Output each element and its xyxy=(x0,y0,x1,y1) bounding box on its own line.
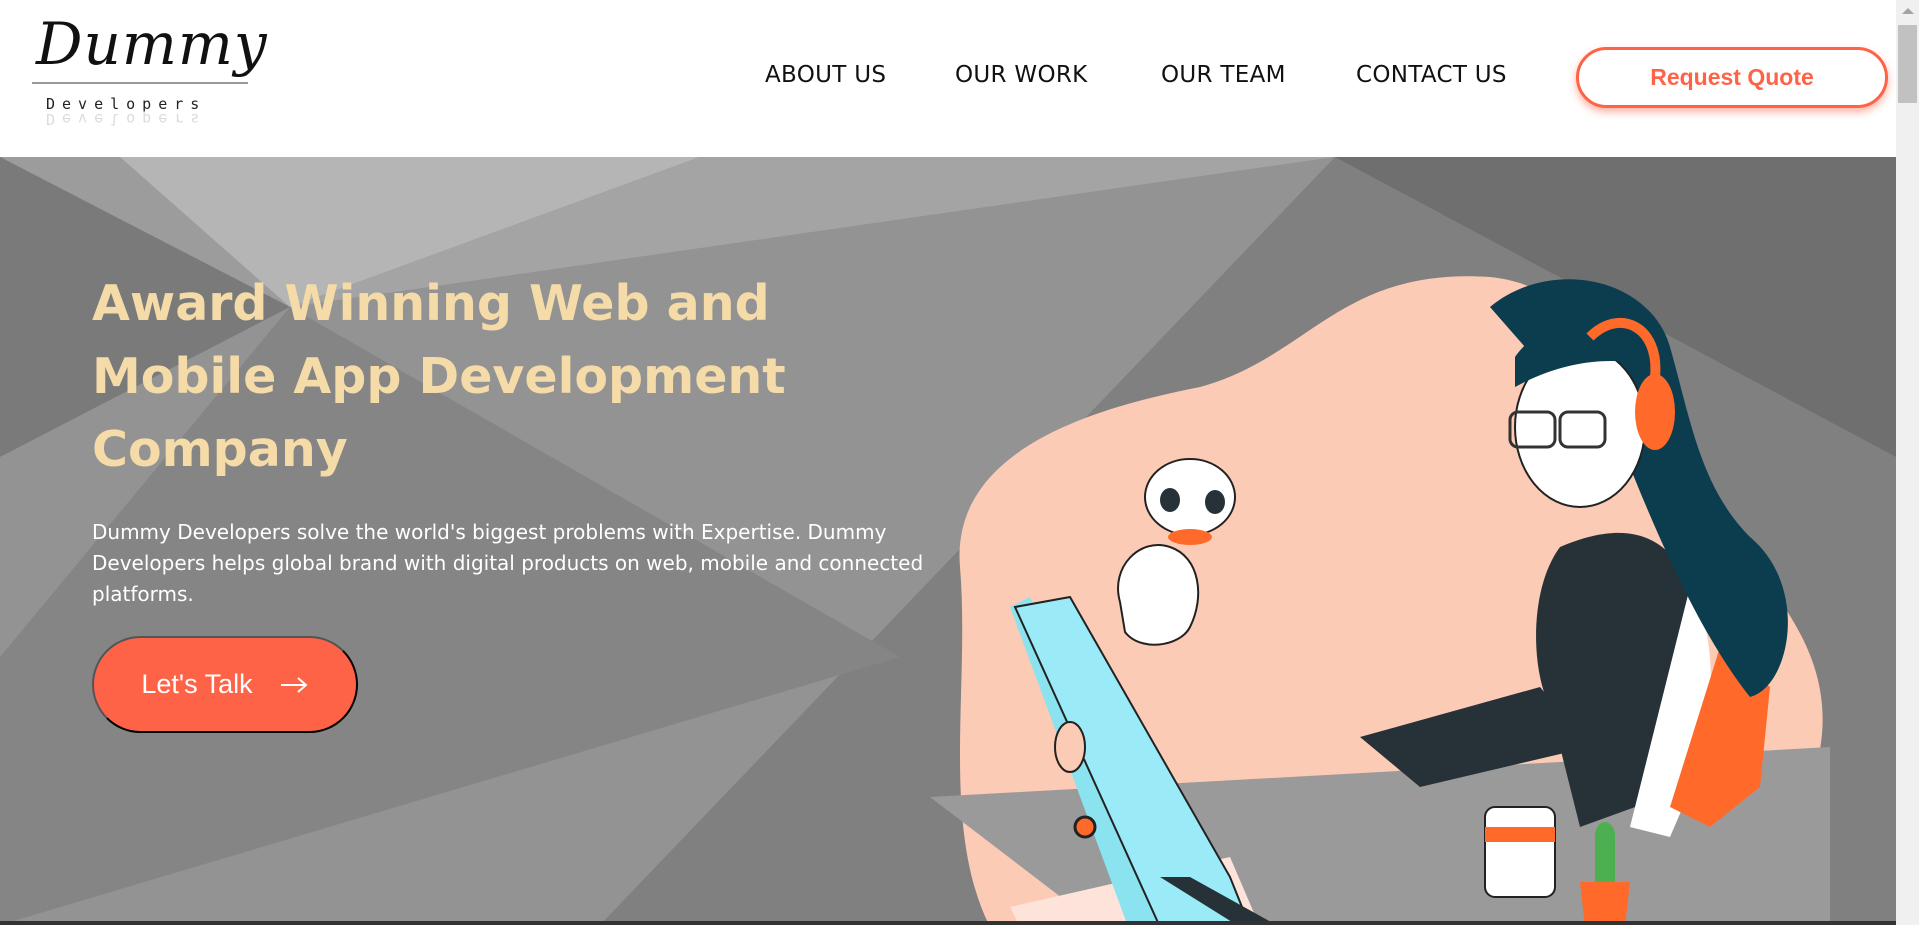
site-header: Dummy Developers Developers ABOUT US OUR… xyxy=(0,0,1896,157)
logo-script: Dummy xyxy=(36,10,268,78)
logo-reflection: Developers xyxy=(46,110,207,128)
hero-title: Award Winning Web and Mobile App Develop… xyxy=(92,275,786,478)
nav-contact-us[interactable]: CONTACT US xyxy=(1356,62,1507,88)
hero-section: Award Winning Web and Mobile App Develop… xyxy=(0,157,1896,925)
logo-rule xyxy=(32,82,248,84)
lets-talk-label: Let's Talk xyxy=(141,669,253,699)
arrow-right-icon xyxy=(280,676,308,693)
nav-our-team[interactable]: OUR TEAM xyxy=(1161,62,1286,88)
nav-about-us[interactable]: ABOUT US xyxy=(765,62,886,88)
hero-description: Dummy Developers solve the world's bigge… xyxy=(92,520,924,606)
request-quote-button[interactable]: Request Quote xyxy=(1576,47,1888,108)
scrollbar-thumb[interactable] xyxy=(1898,25,1917,103)
logo[interactable]: Dummy Developers Developers xyxy=(30,10,267,130)
scrollbar[interactable] xyxy=(1896,0,1919,925)
lets-talk-button[interactable]: Let's Talk xyxy=(92,636,358,733)
nav-our-work[interactable]: OUR WORK xyxy=(955,62,1088,88)
developer-illustration xyxy=(930,276,1830,925)
bottom-edge xyxy=(0,921,1896,925)
scroll-up-arrow-icon[interactable] xyxy=(1902,8,1914,14)
